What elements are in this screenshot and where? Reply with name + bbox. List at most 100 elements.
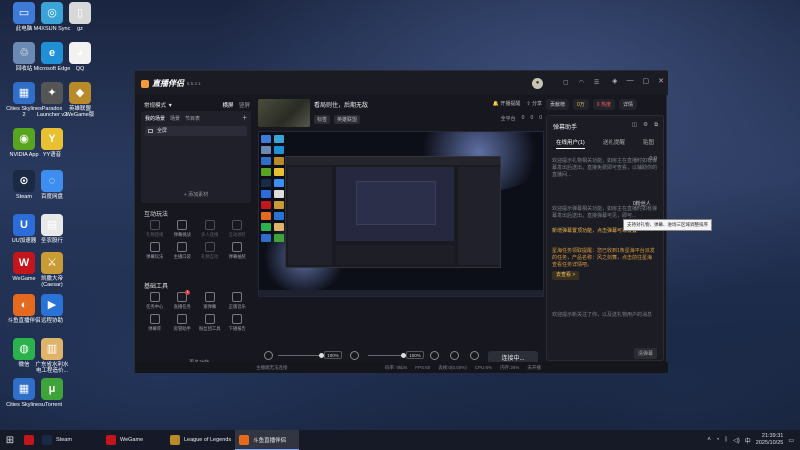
- tab-online-users[interactable]: 在线用户(1): [556, 138, 585, 149]
- desktop-icon[interactable]: ◆ 英雄联盟 WeGame版: [61, 82, 99, 118]
- room-category[interactable]: 英雄联盟: [334, 115, 361, 124]
- room-cover[interactable]: [258, 99, 310, 127]
- minimize-icon[interactable]: —: [627, 77, 634, 85]
- filter-icon[interactable]: ◫: [632, 122, 637, 129]
- speaker-volume-value[interactable]: 100%: [406, 351, 424, 359]
- room-tags: 标签 英雄联盟: [314, 115, 361, 124]
- fans-count: 0: [530, 115, 534, 121]
- stream-preview[interactable]: [258, 131, 544, 297]
- contribution-value: 0万: [573, 98, 589, 110]
- app-icon: [24, 435, 34, 445]
- notification-icon[interactable]: ▭: [788, 437, 794, 444]
- app-icon: ▶: [41, 294, 63, 316]
- room-actions: 🔔 开播提醒 ⇪ 分享: [493, 100, 542, 107]
- tool-item[interactable]: 正版音乐: [224, 292, 252, 310]
- desktop-icon[interactable]: μ uTorrent: [33, 378, 71, 408]
- add-scene-icon[interactable]: +: [242, 113, 247, 122]
- preview-app-window: [285, 156, 501, 268]
- record-icon: [450, 351, 459, 360]
- tab-landscape[interactable]: 横屏: [222, 103, 233, 109]
- scene-item-fullscreen[interactable]: 全屏: [145, 126, 247, 136]
- desktop-icon[interactable]: ▶ 远程协助: [33, 294, 71, 324]
- gear-icon[interactable]: ⚙: [643, 122, 648, 129]
- windows-icon[interactable]: ⊞: [0, 430, 20, 450]
- details-button[interactable]: 详情: [618, 98, 637, 110]
- desktop-icon[interactable]: ▤ 圣农股行: [33, 214, 71, 244]
- tab-scenes[interactable]: 场景: [170, 115, 180, 122]
- headset-icon[interactable]: ◠: [579, 79, 584, 86]
- taskbar-item[interactable]: 斗鱼直播伴侣: [235, 430, 300, 450]
- header-icons: ▢ ◠ ☰: [563, 79, 599, 86]
- chevron-up-icon[interactable]: ˄: [707, 437, 711, 443]
- room-title[interactable]: 看局则住，后期无敌: [314, 100, 368, 109]
- desktop-icon[interactable]: ⚔ 凯撒大帝 (Caesar): [33, 252, 71, 288]
- preview-taskbar: [259, 290, 543, 296]
- share-button[interactable]: ⇪ 分享: [526, 100, 542, 107]
- live-reminder-button[interactable]: 🔔 开播提醒: [493, 100, 521, 107]
- platform-button[interactable]: 全平台: [501, 115, 516, 122]
- danmu-panel: 弹幕助手 ◫ ⚙ ⧉ 在线用户(1) 送礼提醒 贴图 0.0 欢迎提示礼物相关功…: [546, 115, 664, 361]
- tool-item[interactable]: 弹幕抽奖: [224, 242, 252, 260]
- tool-item[interactable]: 1 直播任务: [169, 290, 197, 310]
- view-task-button[interactable]: 去查看 >: [552, 271, 580, 280]
- taskbar-item[interactable]: WeGame: [102, 430, 166, 450]
- tool-icon: [177, 314, 188, 324]
- tool-item[interactable]: 弹幕挑战: [169, 220, 197, 238]
- tab-schedule[interactable]: 节目表: [185, 115, 200, 122]
- bluetooth-icon[interactable]: ᛒ: [725, 437, 729, 443]
- tab-gift-alerts[interactable]: 送礼提醒: [603, 138, 625, 149]
- tool-item[interactable]: 房管助手: [169, 314, 197, 332]
- desktop-icon[interactable]: ◕ QQ: [61, 42, 99, 72]
- desktop-icon-label: 凯撒大帝 (Caesar): [40, 276, 63, 288]
- tool-item[interactable]: 礼物互动: [196, 242, 224, 260]
- tool-item[interactable]: 粉丝团工具: [196, 314, 224, 332]
- tool-item[interactable]: 主播口袋: [169, 242, 197, 260]
- taskbar-item[interactable]: Steam: [38, 430, 102, 450]
- taskbar-item[interactable]: League of Legends: [166, 430, 235, 450]
- speaker-volume-slider[interactable]: [368, 353, 406, 358]
- volume-icon[interactable]: ◁): [733, 437, 740, 444]
- popout-icon[interactable]: ⧉: [654, 122, 658, 129]
- tool-item[interactable]: 弹幕玩法: [141, 242, 169, 260]
- clear-danmu-button[interactable]: 清弹幕: [633, 348, 657, 359]
- tool-item[interactable]: 下播报告: [224, 314, 252, 332]
- desktop-icon-label: gz: [77, 26, 83, 32]
- interactive-title: 互动玩法: [144, 212, 169, 218]
- taskbar-item[interactable]: [20, 430, 38, 450]
- tab-stickers[interactable]: 贴图: [643, 138, 654, 149]
- mic-volume-value[interactable]: 100%: [324, 351, 342, 359]
- message-icon[interactable]: ▢: [563, 79, 569, 86]
- tool-item[interactable]: 弹幕库: [141, 314, 169, 332]
- network-icon[interactable]: ◔: [716, 437, 720, 443]
- room-stats: 全平台 0 0 0: [501, 115, 542, 122]
- maximize-icon[interactable]: ▢: [643, 77, 650, 85]
- room-tag[interactable]: 标签: [314, 115, 331, 124]
- tool-icon: [149, 220, 160, 230]
- tab-portrait[interactable]: 竖屏: [239, 103, 250, 109]
- avatar[interactable]: ●: [532, 78, 543, 89]
- basic-tools-title: 基础工具: [144, 284, 169, 290]
- tool-item[interactable]: 互动进阶: [224, 220, 252, 238]
- desktop-icon-label: 百度网盘: [40, 194, 63, 200]
- tool-item[interactable]: 任务中心: [141, 292, 169, 310]
- mic-volume-slider[interactable]: [278, 353, 324, 358]
- tab-my-scenes[interactable]: 我的场景: [145, 115, 165, 122]
- mode-select[interactable]: 常规模式 ▼: [144, 101, 173, 109]
- desktop-icon[interactable]: Y YY语音: [33, 128, 71, 158]
- clock[interactable]: 21:39:31 2025/10/25: [756, 433, 784, 447]
- follow-tip: 欢迎提示新关注了你，以及送礼物用户的消息: [552, 312, 653, 318]
- tool-item[interactable]: 礼物连线: [141, 220, 169, 238]
- tool-item[interactable]: 速弹幕: [196, 292, 224, 310]
- menu-icon[interactable]: ☰: [594, 79, 599, 86]
- tool-item[interactable]: 多人连线: [196, 220, 224, 238]
- desktop-icon[interactable]: ▥ 广东省水利水电工程造价...: [33, 338, 71, 374]
- skin-icon[interactable]: ◈: [612, 77, 617, 85]
- language-indicator[interactable]: 中: [745, 436, 751, 445]
- desktop-icon[interactable]: ▯ gz: [61, 2, 99, 32]
- add-source-button[interactable]: + 添加素材: [141, 191, 251, 198]
- contribution-tab[interactable]: 贡献榜: [546, 98, 570, 110]
- app-icon: ◆: [69, 82, 91, 104]
- gift-tip: 欢迎提示礼物相关功能，如房主在直播时如有弹幕发出后送出，直接免费即可查看，以辅助…: [552, 158, 658, 178]
- desktop-icon[interactable]: ◌ 百度网盘: [33, 170, 71, 200]
- close-icon[interactable]: ✕: [658, 77, 664, 85]
